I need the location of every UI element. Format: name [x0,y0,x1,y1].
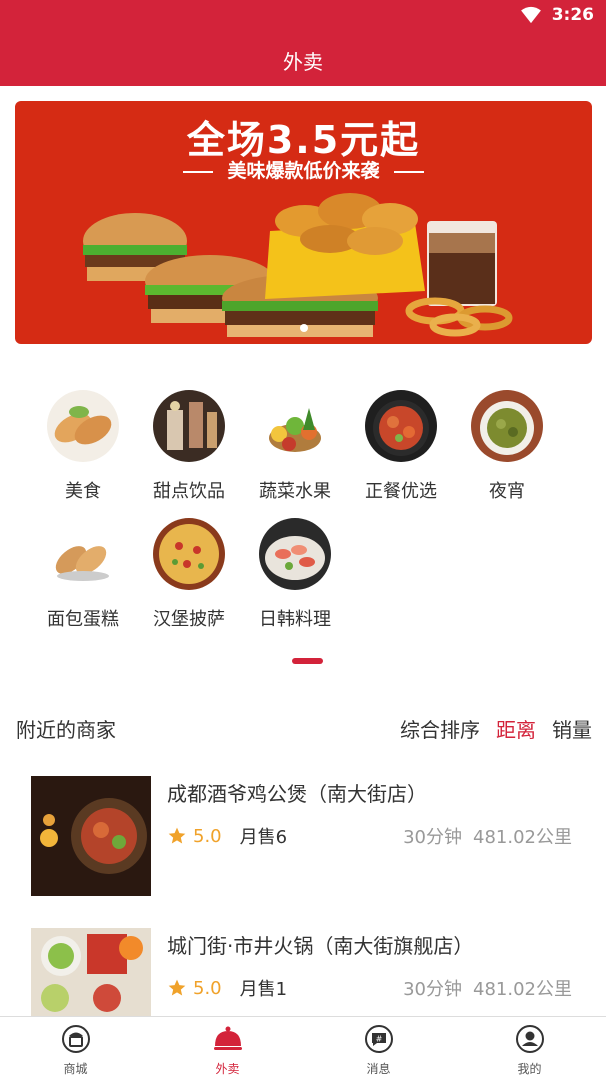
burger-pizza-image [153,518,225,590]
shop-monthly-sales: 月售6 [239,827,288,848]
bread-cake-image [47,518,119,590]
category-label: 美食 [65,481,101,502]
star-icon [168,979,186,996]
tab-profile[interactable]: 我的 [454,1017,605,1080]
shop-distance: 481.02公里 [473,979,572,1000]
shop-monthly-sales: 月售1 [239,979,288,1000]
category-main-meals[interactable]: 正餐优选 [348,390,454,503]
shop-score: 5.0 [193,977,222,999]
banner-subline: 美味爆款低价来袭 [15,156,592,183]
sort-comprehensive[interactable]: 综合排序 [400,714,480,743]
shop-delivery-time: 30分钟 [403,827,462,848]
banner-subline-text: 美味爆款低价来袭 [227,160,380,182]
japanese-korean-image [259,518,331,590]
shop-name: 成都酒爷鸡公煲（南大街店） [167,782,427,806]
sort-distance[interactable]: 距离 [496,714,536,743]
status-bar: 3:26 [0,0,606,34]
tab-shop[interactable]: 商城 [0,1017,151,1080]
shop-thumbnail [31,928,151,1016]
category-dessert-drinks[interactable]: 甜点饮品 [136,390,242,503]
category-burger-pizza[interactable]: 汉堡披萨 [136,518,242,631]
sort-options: 综合排序 距离 销量 [400,714,592,743]
category-bread-cake[interactable]: 面包蛋糕 [30,518,136,631]
category-vegetables-fruits[interactable]: 蔬菜水果 [242,390,348,503]
shop-rating: 5.0 月售1 [167,975,287,1001]
star-icon [168,827,186,844]
shop-rating: 5.0 月售6 [167,823,287,849]
tab-label: 我的 [517,1062,542,1076]
shop-card[interactable]: 成都酒爷鸡公煲（南大街店） 5.0 月售6 30分钟 481.02公里 [0,776,606,926]
shop-icon [61,1025,90,1053]
food-image [47,390,119,462]
tab-label: 商城 [63,1062,88,1076]
dessert-drinks-image [153,390,225,462]
category-label: 日韩料理 [259,609,331,630]
message-icon: # [364,1025,393,1053]
category-label: 蔬菜水果 [259,481,331,502]
category-japanese-korean[interactable]: 日韩料理 [242,518,348,631]
shop-distance: 481.02公里 [473,827,572,848]
category-label: 正餐优选 [365,481,437,502]
svg-text:#: # [375,1035,382,1044]
category-late-night[interactable]: 夜宵 [454,390,560,503]
late-night-image [471,390,543,462]
banner-pager-dot[interactable] [299,324,308,332]
bottom-tab-bar: 商城 外卖 # 消息 我的 [0,1016,606,1080]
tab-label: 外卖 [215,1062,240,1076]
category-label: 面包蛋糕 [47,609,119,630]
status-time: 3:26 [551,5,594,25]
banner-pager[interactable] [15,324,592,332]
banner-food-image [83,193,513,337]
promo-banner[interactable]: 全场3.5元起 美味爆款低价来袭 [15,101,592,344]
category-label: 汉堡披萨 [153,609,225,630]
page-title: 外卖 [283,49,323,74]
tab-takeaway[interactable]: 外卖 [152,1017,303,1080]
shop-thumbnail [31,776,151,896]
sort-sales[interactable]: 销量 [552,714,592,743]
main-meals-image [365,390,437,462]
wifi-icon [520,6,541,24]
category-label: 甜点饮品 [153,481,225,502]
vegetables-fruits-image [259,390,331,462]
category-label: 夜宵 [489,481,525,502]
nearby-title: 附近的商家 [16,718,116,742]
app-bar: 外卖 [0,34,606,86]
shop-name: 城门街·市井火锅（南大街旗舰店） [167,934,474,958]
shop-score: 5.0 [193,825,222,847]
tab-messages[interactable]: # 消息 [303,1017,454,1080]
profile-icon [515,1025,544,1053]
tab-label: 消息 [366,1062,391,1076]
nearby-header: 附近的商家 综合排序 距离 销量 [0,712,606,744]
shop-delivery-time: 30分钟 [403,979,462,1000]
category-food[interactable]: 美食 [30,390,136,503]
takeaway-cloche-icon [213,1026,242,1050]
category-page-indicator[interactable] [292,658,323,664]
